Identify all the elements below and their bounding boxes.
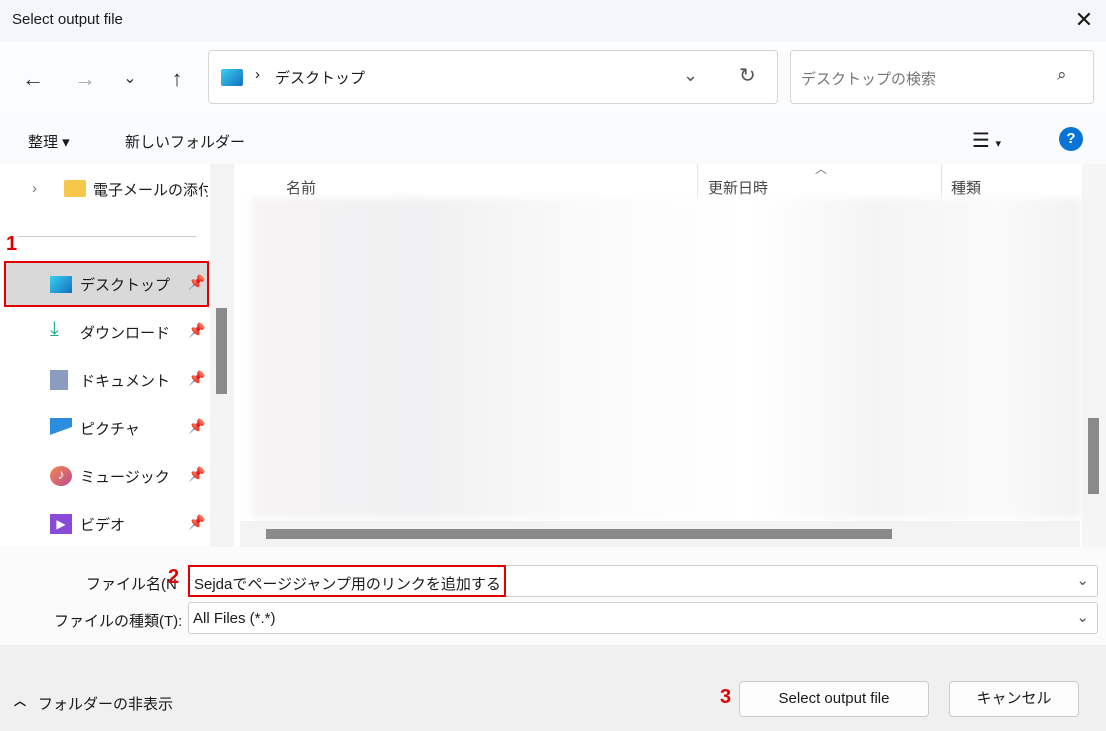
sidebar-item-attachments[interactable]: 電子メールの添付 [93, 179, 208, 200]
toolbar: 整理 ▾ 新しいフォルダー ☰ ▾ ? [0, 116, 1106, 164]
chevron-right-icon[interactable]: › [32, 180, 37, 197]
address-bar[interactable]: › デスクトップ ⌄ ↻ [208, 50, 778, 104]
vertical-scrollbar[interactable] [1082, 164, 1106, 547]
scrollbar-thumb[interactable] [1088, 418, 1099, 494]
pin-icon: 📌 [188, 322, 206, 338]
filetype-select[interactable]: All Files (*.*) ⌄ [188, 602, 1098, 634]
window-title: Select output file [12, 11, 123, 28]
column-header-modified[interactable]: 更新日時 [708, 177, 768, 198]
sidebar-item-downloads[interactable]: ⤓ ダウンロード 📌 [4, 310, 209, 356]
pin-icon: 📌 [188, 418, 206, 434]
sidebar-item-desktop[interactable]: デスクトップ 📌 [4, 261, 209, 307]
document-icon [50, 370, 68, 390]
view-options-icon[interactable]: ☰ ▾ [972, 128, 1001, 153]
filename-value[interactable]: Sejdaでページジャンプ用のリンクを追加する [188, 565, 506, 597]
breadcrumb-separator: › [255, 66, 260, 83]
pin-icon: 📌 [188, 466, 206, 482]
sidebar-item-label: デスクトップ [80, 277, 171, 294]
column-divider [697, 164, 698, 198]
search-input[interactable]: デスクトップの検索 ⌕ [790, 50, 1094, 104]
desktop-icon [50, 276, 72, 293]
up-icon[interactable]: ↑ [162, 64, 192, 94]
annotation-3: 3 [720, 686, 732, 708]
breadcrumb[interactable]: デスクトップ [275, 67, 365, 88]
folder-icon [64, 180, 86, 197]
music-icon: ♪ [50, 466, 72, 486]
scrollbar-thumb[interactable] [266, 529, 892, 539]
organize-button[interactable]: 整理 ▾ [28, 131, 70, 152]
refresh-icon[interactable]: ↻ [739, 63, 756, 88]
pictures-icon [50, 418, 72, 438]
sidebar-item-videos[interactable]: ▶ ビデオ 📌 [4, 502, 209, 548]
title-bar: Select output file ✕ [0, 0, 1106, 42]
video-icon: ▶ [50, 514, 72, 534]
search-icon: ⌕ [1057, 65, 1067, 84]
column-header-name[interactable]: 名前 [286, 177, 316, 198]
sidebar-item-label: ドキュメント [80, 373, 171, 390]
new-folder-button[interactable]: 新しいフォルダー [125, 131, 245, 152]
file-form: ファイル名(N 2 ⌄ Sejdaでページジャンプ用のリンクを追加する ファイル… [0, 547, 1106, 645]
divider [18, 236, 196, 237]
chevron-down-icon[interactable]: ⌄ [1076, 608, 1089, 626]
sidebar-item-documents[interactable]: ドキュメント 📌 [4, 358, 209, 404]
chevron-down-icon[interactable]: ⌄ [683, 65, 698, 86]
sidebar-item-label: ミュージック [80, 469, 170, 486]
select-output-file-button[interactable]: Select output file [739, 681, 929, 717]
annotation-2: 2 [168, 566, 180, 588]
download-icon: ⤓ [50, 318, 59, 340]
close-icon[interactable]: ✕ [1070, 6, 1098, 34]
sidebar-scrollbar[interactable] [210, 164, 234, 547]
search-placeholder: デスクトップの検索 [801, 71, 937, 88]
back-icon[interactable]: ← [18, 64, 48, 94]
sort-ascending-icon: ︿ [815, 162, 828, 176]
forward-icon[interactable]: → [70, 64, 100, 94]
sidebar-item-label: ダウンロード [80, 325, 171, 342]
sidebar-item-label: ピクチャ [80, 421, 140, 438]
cancel-button[interactable]: キャンセル [949, 681, 1079, 717]
chevron-down-icon[interactable]: ⌄ [115, 64, 145, 94]
help-icon[interactable]: ? [1059, 127, 1083, 151]
pin-icon: 📌 [188, 274, 206, 290]
column-divider [941, 164, 942, 198]
sidebar-item-pictures[interactable]: ピクチャ 📌 [4, 406, 209, 452]
filetype-value: All Files (*.*) [193, 610, 276, 627]
chevron-up-icon[interactable]: ︿ [14, 692, 26, 709]
filename-label: ファイル名(N [86, 576, 177, 593]
hide-folders-button[interactable]: フォルダーの非表示 [38, 693, 173, 714]
column-header-type[interactable]: 種類 [951, 177, 981, 198]
scrollbar-thumb[interactable] [216, 308, 227, 394]
sidebar-item-label: ビデオ [80, 517, 126, 534]
chevron-down-icon[interactable]: ⌄ [1076, 571, 1089, 589]
pin-icon: 📌 [188, 370, 206, 386]
sidebar-item-music[interactable]: ♪ ミュージック 📌 [4, 454, 209, 500]
footer: ︿ フォルダーの非表示 3 Select output file キャンセル [0, 645, 1106, 731]
horizontal-scrollbar[interactable] [240, 521, 1080, 547]
blurred-file-list [252, 198, 1082, 518]
annotation-1: 1 [6, 233, 18, 255]
filetype-label: ファイルの種類(T): [54, 613, 183, 630]
desktop-icon [221, 69, 243, 86]
pin-icon: 📌 [188, 514, 206, 530]
